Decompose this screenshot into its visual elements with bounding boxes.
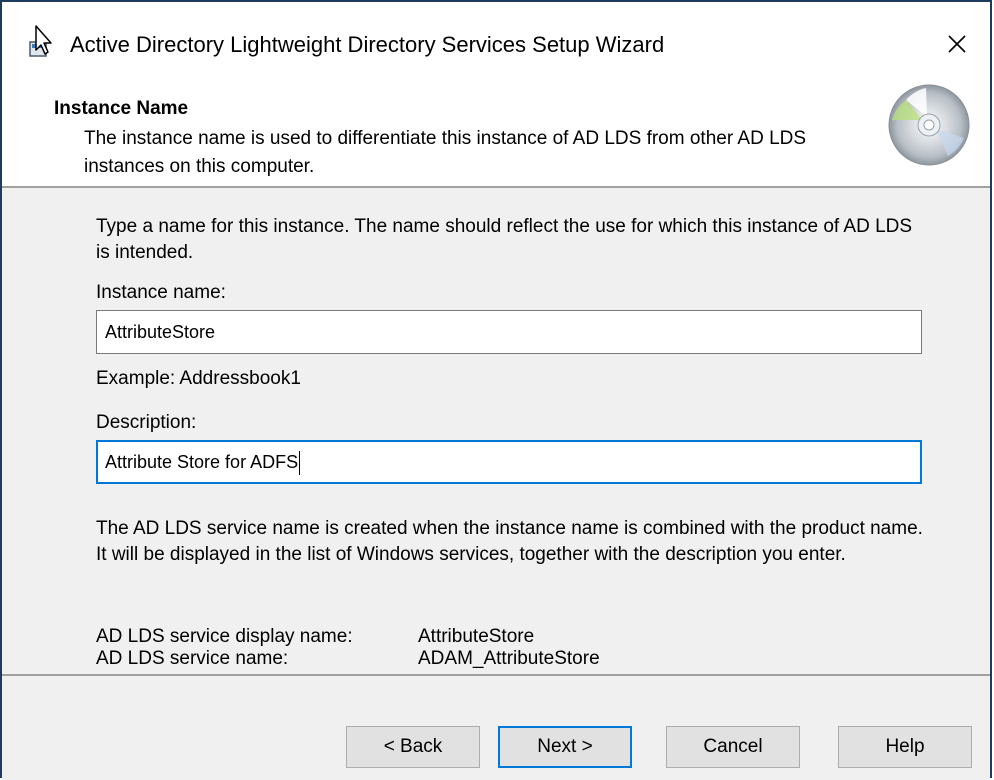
wizard-footer: < Back Next > Cancel Help [2,676,990,780]
cd-disc-icon [888,84,970,166]
cancel-button[interactable]: Cancel [666,726,800,768]
back-button[interactable]: < Back [346,726,480,768]
next-button[interactable]: Next > [498,726,632,768]
instance-name-value: AttributeStore [105,322,216,342]
title-bar[interactable]: Active Directory Lightweight Directory S… [2,2,990,82]
description-value: Attribute Store for ADFS [105,452,299,472]
page-description: The instance name is used to differentia… [84,128,807,177]
text-caret [299,451,301,476]
help-button[interactable]: Help [838,726,972,768]
service-name-label: AD LDS service name: [96,648,289,669]
page-title: Instance Name [54,98,189,119]
wizard-header: Instance Name The instance name is used … [2,82,990,186]
wizard-content: Type a name for this instance. The name … [2,188,990,674]
service-info-text: The AD LDS service name is created when … [96,518,923,565]
description-label: Description: [96,412,197,433]
example-text: Example: Addressbook1 [96,368,301,389]
wizard-app-icon [29,25,52,57]
window-title: Active Directory Lightweight Directory S… [70,32,665,57]
instance-name-input[interactable]: AttributeStore [96,310,922,354]
service-name-value: ADAM_AttributeStore [418,648,600,669]
setup-wizard-window: Active Directory Lightweight Directory S… [0,0,992,780]
close-icon [948,35,966,53]
instance-name-label: Instance name: [96,282,226,303]
close-button[interactable] [934,22,980,66]
description-input[interactable]: Attribute Store for ADFS [96,440,922,484]
intro-text: Type a name for this instance. The name … [96,216,913,263]
